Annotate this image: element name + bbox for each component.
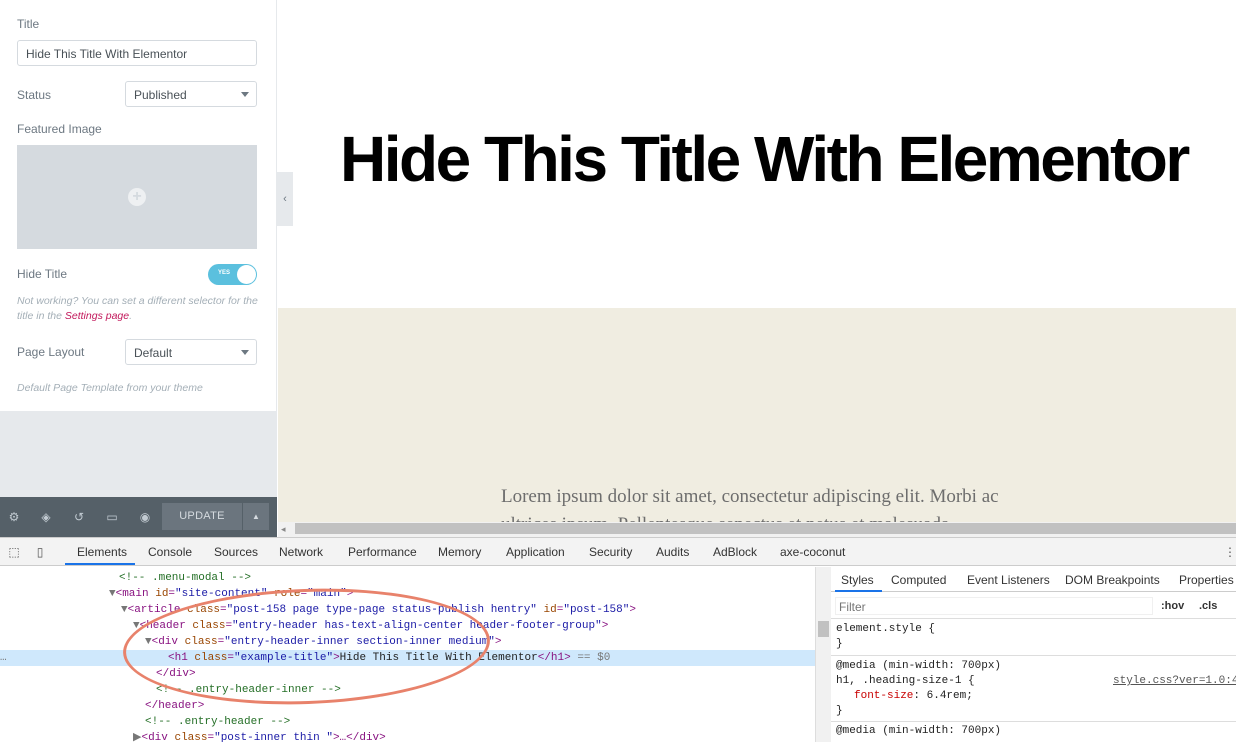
tab-elements[interactable]: Elements xyxy=(77,545,127,559)
page-preview: Hide This Title With Elementor Lorem ips… xyxy=(278,0,1236,537)
scrollbar-thumb[interactable] xyxy=(818,621,829,637)
note-text: Not working? You can set a different sel… xyxy=(17,295,258,322)
tab-axe-coconut[interactable]: axe-coconut xyxy=(780,545,845,559)
layers-icon[interactable]: ◈ xyxy=(38,509,54,525)
active-tab-indicator xyxy=(65,563,135,565)
ellipsis-icon[interactable]: … xyxy=(0,650,7,666)
dom-node[interactable]: ▶<div class="post-inner thin ">…</div> xyxy=(133,730,386,742)
chevron-down-icon xyxy=(241,92,249,97)
status-label: Status xyxy=(17,88,52,102)
tab-properties[interactable]: Properties xyxy=(1179,573,1234,587)
divider xyxy=(831,618,1236,619)
tab-performance[interactable]: Performance xyxy=(348,545,417,559)
chevron-down-icon xyxy=(241,350,249,355)
panel-empty-area xyxy=(0,411,277,497)
page-layout-select[interactable]: Default xyxy=(125,339,257,365)
eye-icon[interactable]: ◉ xyxy=(137,509,153,525)
devtools-tabbar: ⬚ ▯ Elements Console Sources Network Per… xyxy=(0,538,1236,566)
gear-icon[interactable]: ⚙ xyxy=(6,509,22,525)
hide-title-note: Not working? You can set a different sel… xyxy=(17,294,262,324)
elementor-settings-panel: Title Hide This Title With Elementor Sta… xyxy=(0,0,277,497)
scroll-left-icon[interactable]: ◂ xyxy=(281,522,286,537)
content-section: Lorem ipsum dolor sit amet, consectetur … xyxy=(278,308,1236,537)
tab-memory[interactable]: Memory xyxy=(438,545,481,559)
chevron-up-icon[interactable]: ▲ xyxy=(243,503,269,530)
source-link[interactable]: style.css?ver=1.0:4 xyxy=(1113,674,1236,689)
styles-tabbar: Styles Computed Event Listeners DOM Brea… xyxy=(831,567,1236,592)
hide-title-label: Hide Title xyxy=(17,267,68,281)
page-layout-note: Default Page Template from your theme xyxy=(17,382,203,394)
tab-styles[interactable]: Styles xyxy=(841,573,874,587)
featured-image-picker[interactable]: + xyxy=(17,145,257,249)
responsive-icon[interactable]: ▭ xyxy=(104,509,120,525)
dom-node[interactable]: <!-- .menu-modal --> xyxy=(119,570,251,586)
element-style-rule[interactable]: element.style { xyxy=(836,622,935,637)
cls-toggle[interactable]: .cls xyxy=(1199,599,1217,614)
toggle-state-text: YES xyxy=(218,270,231,276)
styles-pane: Styles Computed Event Listeners DOM Brea… xyxy=(831,567,1236,742)
styles-filter-input[interactable]: Filter xyxy=(835,597,1153,615)
rule-close: } xyxy=(836,705,843,717)
device-toolbar-icon[interactable]: ▯ xyxy=(32,544,48,560)
css-property[interactable]: font-size: 6.4rem; xyxy=(854,689,973,704)
hide-title-toggle[interactable]: YES xyxy=(208,264,257,285)
featured-image-label: Featured Image xyxy=(17,122,102,136)
scrollbar-thumb[interactable] xyxy=(295,523,1236,534)
tab-application[interactable]: Application xyxy=(506,545,565,559)
tab-dom-breakpoints[interactable]: DOM Breakpoints xyxy=(1065,573,1160,587)
tab-event-listeners[interactable]: Event Listeners xyxy=(967,573,1050,587)
more-options-icon[interactable]: ⋮ xyxy=(1222,544,1236,560)
history-icon[interactable]: ↺ xyxy=(71,509,87,525)
update-button[interactable]: UPDATE xyxy=(162,503,242,530)
media-query: @media (min-width: 700px) xyxy=(836,660,1002,672)
settings-page-link[interactable]: Settings page xyxy=(65,310,129,322)
dom-node[interactable]: <!-- .entry-header --> xyxy=(145,714,290,730)
media-query: @media (min-width: 700px) xyxy=(836,725,1002,737)
note-end: . xyxy=(129,310,133,322)
tab-security[interactable]: Security xyxy=(589,545,632,559)
toggle-knob xyxy=(237,265,256,284)
status-select[interactable]: Published xyxy=(125,81,257,107)
page-layout-value: Default xyxy=(134,346,173,360)
tab-network[interactable]: Network xyxy=(279,545,323,559)
tab-console[interactable]: Console xyxy=(148,545,192,559)
tab-adblock[interactable]: AdBlock xyxy=(713,545,757,559)
tab-sources[interactable]: Sources xyxy=(214,545,258,559)
inspect-icon[interactable]: ⬚ xyxy=(6,544,22,560)
page-layout-label: Page Layout xyxy=(17,345,85,359)
tab-computed[interactable]: Computed xyxy=(891,573,946,587)
status-value: Published xyxy=(134,88,187,102)
page-heading: Hide This Title With Elementor xyxy=(340,123,1190,195)
tab-audits[interactable]: Audits xyxy=(656,545,689,559)
divider xyxy=(831,655,1236,656)
active-tab-indicator xyxy=(835,590,882,592)
horizontal-scrollbar[interactable]: ◂ xyxy=(278,522,1236,537)
title-label: Title xyxy=(17,17,40,31)
dom-tree-scrollbar[interactable] xyxy=(815,567,831,742)
rule-close: } xyxy=(836,638,843,650)
title-input[interactable]: Hide This Title With Elementor xyxy=(17,40,257,66)
plus-icon: + xyxy=(128,188,146,206)
divider xyxy=(831,721,1236,722)
dom-node[interactable]: </header> xyxy=(145,698,204,714)
hov-toggle[interactable]: :hov xyxy=(1161,599,1184,614)
panel-footer: ⚙ ◈ ↺ ▭ ◉ UPDATE ▲ xyxy=(0,497,277,537)
css-selector[interactable]: h1, .heading-size-1 { xyxy=(836,674,975,689)
